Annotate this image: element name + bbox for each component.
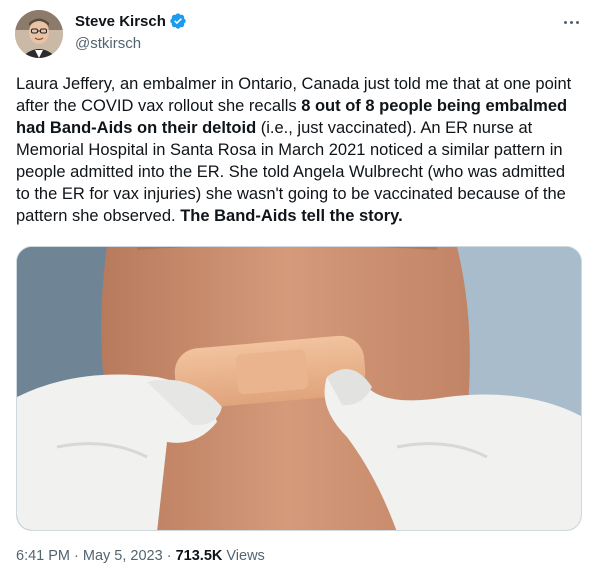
tweet-text-bold-2: The Band-Aids tell the story. xyxy=(180,207,403,225)
meta-separator: · xyxy=(162,548,176,564)
tweet-card: Steve Kirsch @stkirsch Laura Jeffery, an… xyxy=(0,0,599,574)
meta-separator: · xyxy=(70,548,83,564)
more-horizontal-icon[interactable] xyxy=(559,12,583,32)
tweet-meta: 6:41 PM · May 5, 2023 · 713.5K Views xyxy=(16,548,265,564)
verified-badge-icon[interactable] xyxy=(169,12,187,30)
views-count[interactable]: 713.5K xyxy=(176,548,223,564)
tweet-text: Laura Jeffery, an embalmer in Ontario, C… xyxy=(16,73,576,227)
views-label: Views xyxy=(222,548,265,564)
avatar[interactable] xyxy=(15,10,63,58)
tweet-date[interactable]: May 5, 2023 xyxy=(83,548,163,564)
author-handle[interactable]: @stkirsch xyxy=(75,35,141,52)
author-name-row: Steve Kirsch xyxy=(75,12,187,30)
tweet-media-image[interactable] xyxy=(16,246,582,531)
tweet-time[interactable]: 6:41 PM xyxy=(16,548,70,564)
author-display-name[interactable]: Steve Kirsch xyxy=(75,13,166,30)
